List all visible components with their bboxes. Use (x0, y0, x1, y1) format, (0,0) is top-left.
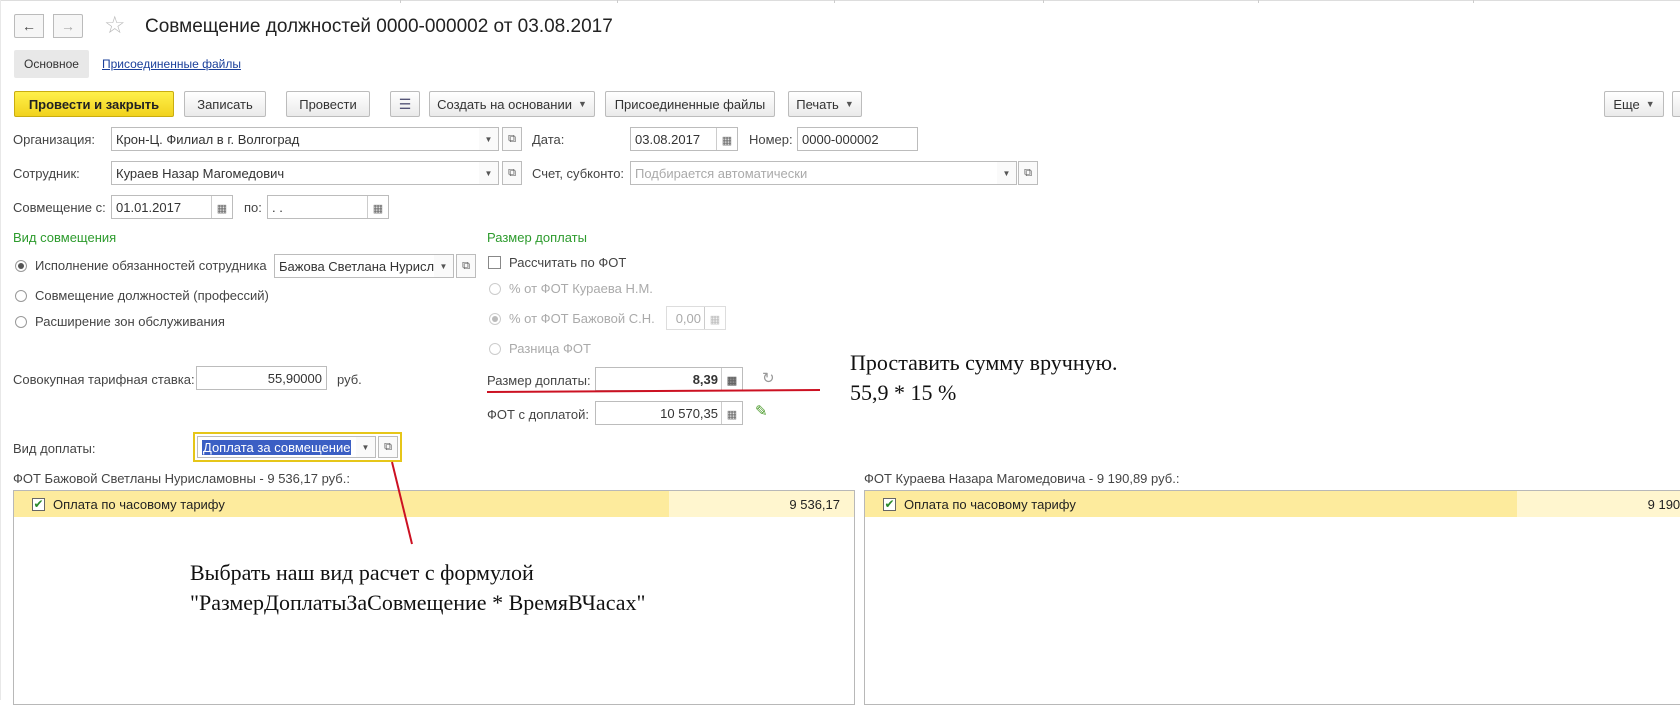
note-formula-line1: Выбрать наш вид расчет с формулой (190, 560, 534, 585)
note-manual-line1: Проставить сумму вручную. (850, 350, 1118, 375)
note-formula-line2: "РазмерДоплатыЗаСовмещение * ВремяВЧасах… (190, 590, 646, 615)
pointer-line (391, 461, 413, 545)
amount-underline (486, 389, 821, 393)
note-manual-line2: 55,9 * 15 % (850, 380, 957, 405)
